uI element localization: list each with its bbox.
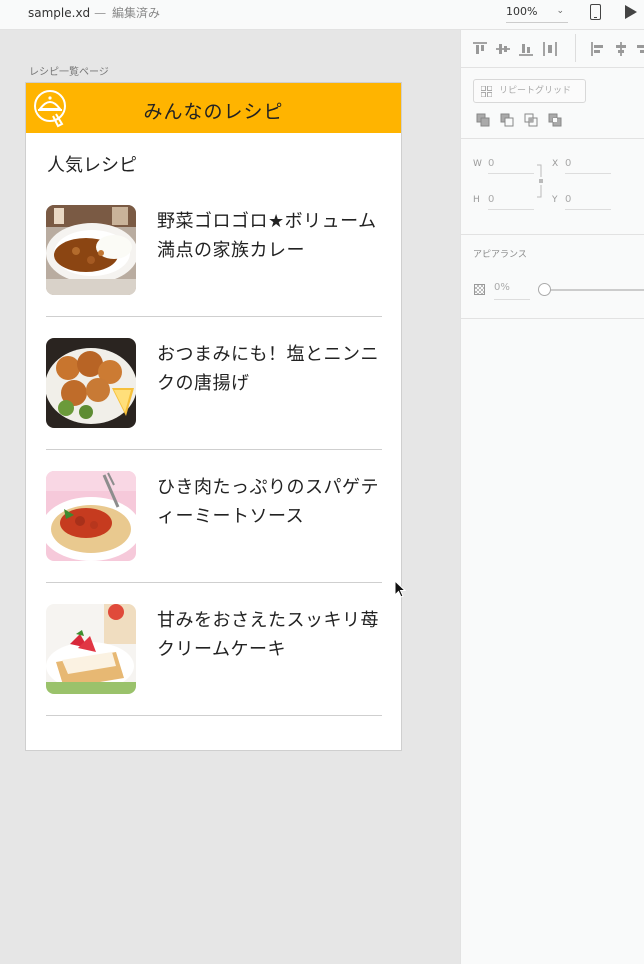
divider (46, 715, 382, 716)
opacity-slider-track[interactable] (545, 289, 644, 291)
title-bar: sample.xd — 編集済み 100% ⌄ (0, 0, 644, 30)
recipe-image (46, 471, 136, 561)
recipe-title: 野菜ゴロゴロ★ボリューム満点の家族カレー (157, 211, 377, 261)
zoom-value: 100% (506, 5, 538, 18)
divider (46, 449, 382, 450)
appearance-heading: アピアランス (473, 250, 527, 260)
list-item[interactable]: 野菜ゴロゴロ★ボリューム満点の家族カレー (46, 205, 382, 337)
subtract-icon[interactable] (500, 113, 514, 127)
align-right-icon[interactable] (635, 42, 644, 56)
play-icon[interactable] (625, 5, 637, 19)
x-field[interactable]: 0 (565, 158, 611, 174)
app-header: みんなのレシピ (26, 83, 401, 133)
x-label: X (552, 159, 559, 169)
section-divider (461, 318, 644, 319)
recipe-title: 甘みをおさえたスッキリ苺クリームケーキ (157, 610, 379, 660)
y-label: Y (552, 195, 558, 205)
divider (46, 582, 382, 583)
height-label: H (473, 195, 480, 205)
recipe-image (46, 205, 136, 295)
repeat-grid-button[interactable]: リピートグリッド (473, 79, 586, 103)
edit-status: 編集済み (112, 6, 161, 20)
height-field[interactable]: 0 (488, 194, 534, 210)
align-bottom-icon[interactable] (519, 42, 533, 56)
zoom-select[interactable]: 100% ⌄ (506, 3, 568, 23)
file-name: sample.xd (28, 6, 91, 20)
opacity-icon (474, 284, 485, 295)
section-divider (461, 234, 644, 235)
device-preview-icon[interactable] (590, 4, 601, 20)
recipe-image (46, 604, 136, 694)
align-top-icon[interactable] (473, 42, 487, 56)
recipe-image (46, 338, 136, 428)
align-center-icon[interactable] (614, 42, 628, 56)
opacity-slider-thumb[interactable] (538, 283, 551, 296)
exclude-overlap-icon[interactable] (548, 113, 562, 127)
section-divider (461, 138, 644, 139)
distribute-horizontal-icon[interactable] (543, 42, 557, 56)
lock-aspect-icon[interactable] (537, 163, 545, 199)
artboard-label[interactable]: レシピ一覧ページ (29, 63, 109, 78)
opacity-field[interactable]: 0% (494, 282, 530, 300)
width-label: W (473, 159, 482, 169)
list-item[interactable]: 甘みをおさえたスッキリ苺クリームケーキ (46, 604, 382, 736)
title-separator: — (94, 6, 107, 20)
y-field[interactable]: 0 (565, 194, 611, 210)
union-icon[interactable] (476, 113, 490, 127)
toolbar-separator (575, 34, 576, 62)
align-middle-icon[interactable] (496, 42, 510, 56)
mouse-cursor-icon (394, 580, 406, 598)
align-toolbar (461, 30, 644, 68)
width-field[interactable]: 0 (488, 158, 534, 174)
align-left-icon[interactable] (591, 42, 605, 56)
list-item[interactable]: ひき肉たっぷりのスパゲティーミートソース (46, 471, 382, 603)
property-inspector: リピートグリッド W 0 X 0 H 0 Y 0 アピアランス 0% (460, 30, 644, 964)
app-title: みんなのレシピ (143, 101, 284, 123)
recipe-title: おつまみにも！塩とニンニクの唐揚げ (157, 344, 379, 394)
divider (46, 316, 382, 317)
list-item[interactable]: おつまみにも！塩とニンニクの唐揚げ (46, 338, 382, 470)
section-title: 人気レシピ (47, 155, 137, 176)
grid-icon (481, 86, 492, 97)
repeat-grid-label: リピートグリッド (499, 86, 572, 96)
intersect-icon[interactable] (524, 113, 538, 127)
document-title: sample.xd — 編集済み (28, 4, 160, 21)
recipe-title: ひき肉たっぷりのスパゲティーミートソース (157, 477, 379, 527)
artboard[interactable]: みんなのレシピ 人気レシピ 野菜ゴロゴロ★ボリューム満点の家族カレー おつまみに… (25, 82, 402, 751)
chevron-down-icon: ⌄ (556, 6, 564, 16)
